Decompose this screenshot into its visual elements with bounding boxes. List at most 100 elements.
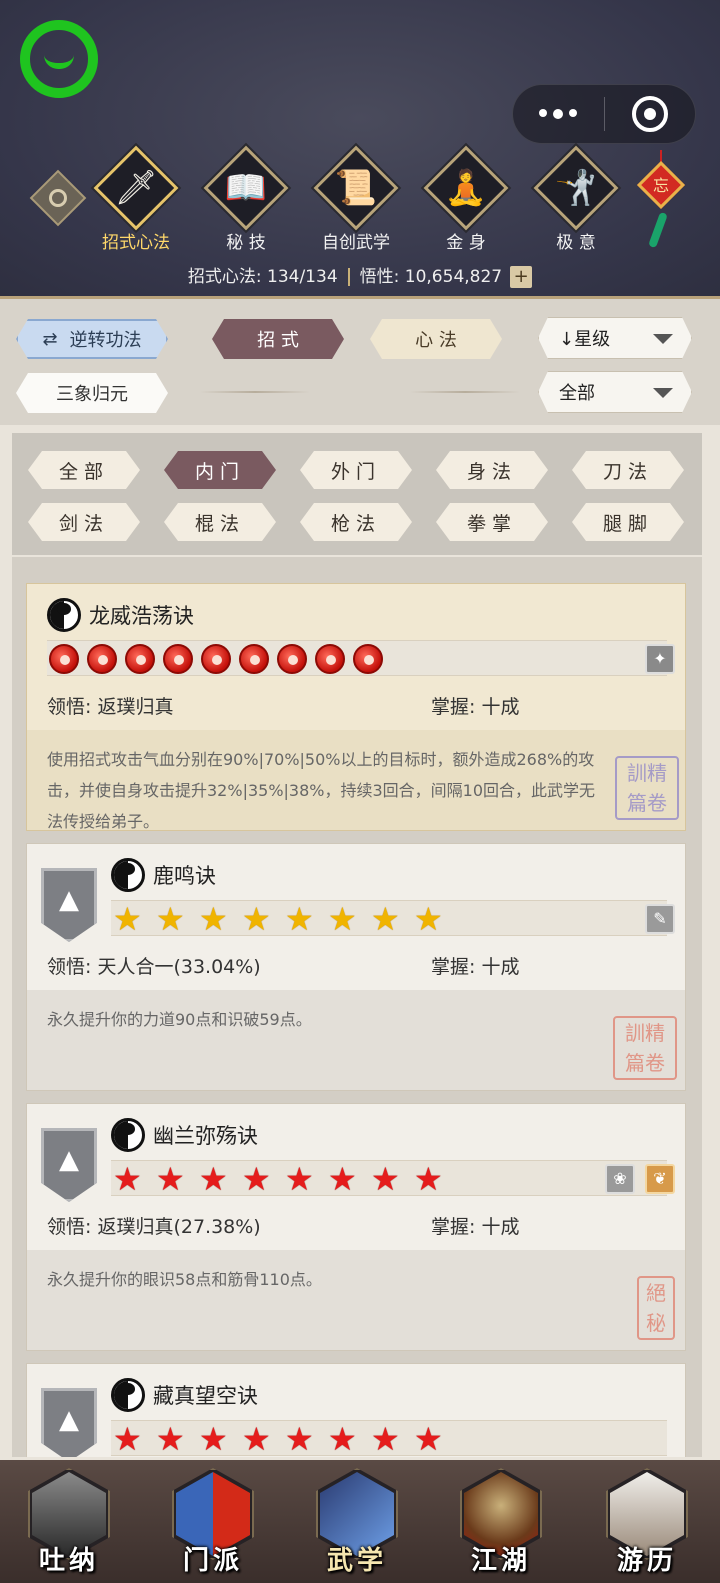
upgrade-icon[interactable] bbox=[41, 868, 97, 942]
nav-tuna[interactable]: 吐纳 bbox=[14, 1466, 124, 1581]
skill-name: 幽兰弥殇诀 bbox=[153, 1124, 258, 1148]
stats-row: 招式心法: 134/134 悟性: 10,654,827 + bbox=[0, 262, 720, 288]
divider bbox=[200, 391, 310, 393]
category-label: 金 身 bbox=[446, 233, 486, 253]
category-zhaoshi-xinfa[interactable]: 🗡 招式心法 bbox=[86, 145, 186, 253]
fire-orb-icon bbox=[201, 644, 231, 674]
martial-pose-icon: 🤺 bbox=[554, 168, 598, 208]
divider bbox=[410, 391, 520, 393]
skill-list[interactable]: 龙威浩荡诀 ✦ 领悟: 返璞归真 掌握: 十成 使用招式攻击气血分别在90%|7… bbox=[12, 557, 702, 1457]
tag-tuijiao[interactable]: 腿脚 bbox=[572, 503, 684, 541]
star-rating: ★ ★ ★ ★ ★ ★ ★ ★ bbox=[111, 1160, 667, 1196]
category-label: 极 意 bbox=[556, 233, 596, 253]
star-icon: ★ bbox=[156, 1160, 185, 1198]
tag-quanzhang[interactable]: 拳掌 bbox=[436, 503, 548, 541]
category-label: 秘 技 bbox=[226, 233, 266, 253]
chat-icon[interactable] bbox=[20, 20, 98, 98]
sort-dropdown[interactable]: ↓星级 bbox=[538, 317, 692, 359]
more-icon[interactable] bbox=[513, 109, 604, 119]
reverse-button[interactable]: ⇄ 逆转功法 bbox=[16, 319, 168, 359]
star-icon: ★ bbox=[242, 1160, 271, 1198]
star-icon: ★ bbox=[113, 900, 142, 938]
category-miji[interactable]: 📖 秘 技 bbox=[196, 145, 296, 253]
star-icon: ★ bbox=[328, 900, 357, 938]
star-icon: ★ bbox=[199, 900, 228, 938]
tab-zhaoshi[interactable]: 招 式 bbox=[212, 319, 344, 359]
chinese-knot-icon[interactable]: 忘 bbox=[636, 150, 686, 250]
book-icon: 📖 bbox=[224, 168, 268, 208]
skill-name: 龙威浩荡诀 bbox=[89, 604, 194, 628]
star-icon: ★ bbox=[242, 1420, 271, 1457]
skill-name: 鹿鸣诀 bbox=[153, 864, 216, 888]
zhangwo-text: 掌握: 十成 bbox=[431, 956, 520, 978]
eye-icon[interactable] bbox=[29, 169, 87, 227]
tag-neimen[interactable]: 内门 bbox=[164, 451, 276, 489]
taiji-icon bbox=[47, 598, 81, 632]
seal-stamp-icon: 訓精 篇卷 bbox=[613, 1016, 677, 1080]
skill-card[interactable]: 藏真望空诀 ★ ★ ★ ★ ★ ★ ★ ★ bbox=[26, 1363, 686, 1457]
zhangwo-text: 掌握: 十成 bbox=[431, 1216, 520, 1238]
leaf-icon[interactable]: ❦ bbox=[645, 1164, 675, 1194]
star-icon: ★ bbox=[328, 1420, 357, 1457]
plus-button[interactable]: + bbox=[510, 266, 533, 288]
skill-card[interactable]: 鹿鸣诀 ★ ★ ★ ★ ★ ★ ★ ★ ✎ 领悟: 天人合一(33.04%) 掌… bbox=[26, 843, 686, 1091]
tag-gunfa[interactable]: 棍法 bbox=[164, 503, 276, 541]
tag-all[interactable]: 全部 bbox=[28, 451, 140, 489]
star-icon: ★ bbox=[371, 1160, 400, 1198]
tag-qiangfa[interactable]: 枪法 bbox=[300, 503, 412, 541]
skills-panel: ⇄ 逆转功法 招 式 心 法 ↓星级 三象归元 全部 全部 内门 外门 身法 刀法… bbox=[0, 296, 720, 1460]
tag-daofa[interactable]: 刀法 bbox=[572, 451, 684, 489]
skill-card[interactable]: 龙威浩荡诀 ✦ 领悟: 返璞归真 掌握: 十成 使用招式攻击气血分别在90%|7… bbox=[26, 583, 686, 831]
star-rating: ★ ★ ★ ★ ★ ★ ★ ★ bbox=[111, 1420, 667, 1456]
star-rating: ★ ★ ★ ★ ★ ★ ★ ★ bbox=[111, 900, 667, 936]
close-mini-program-icon[interactable] bbox=[605, 96, 696, 132]
star-icon: ★ bbox=[285, 1420, 314, 1457]
mini-program-capsule bbox=[512, 84, 696, 144]
scope-dropdown[interactable]: 全部 bbox=[538, 371, 692, 413]
seal-stamp-icon: 絕秘 bbox=[637, 1276, 675, 1340]
swap-icon: ⇄ bbox=[42, 328, 58, 350]
fire-orb-icon bbox=[315, 644, 345, 674]
category-jinshen[interactable]: 🧘 金 身 bbox=[416, 145, 516, 253]
scroll-icon: 📜 bbox=[334, 168, 378, 208]
lingwu-text: 领悟: 返璞归真(27.38%) bbox=[47, 1216, 261, 1238]
star-icon: ★ bbox=[113, 1420, 142, 1457]
tag-shenfa[interactable]: 身法 bbox=[436, 451, 548, 489]
tab-xinfa[interactable]: 心 法 bbox=[370, 319, 502, 359]
progress-text: 招式心法: 134/134 bbox=[187, 267, 338, 287]
fire-orb-icon bbox=[277, 644, 307, 674]
tag-jianfa[interactable]: 剑法 bbox=[28, 503, 140, 541]
upgrade-icon[interactable] bbox=[41, 1388, 97, 1457]
star-icon: ★ bbox=[285, 900, 314, 938]
nav-wuxue[interactable]: 武学 bbox=[302, 1466, 412, 1581]
fire-orb-icon bbox=[163, 644, 193, 674]
skill-card[interactable]: 幽兰弥殇诀 ★ ★ ★ ★ ★ ★ ★ ★ ❀ ❦ 领悟: 返璞归真(27.38… bbox=[26, 1103, 686, 1351]
category-label: 自创武学 bbox=[322, 233, 390, 253]
fire-orb-icon bbox=[49, 644, 79, 674]
nav-youli[interactable]: 游历 bbox=[592, 1466, 702, 1581]
bottom-nav: 吐纳 门派 武学 江湖 游历 bbox=[0, 1460, 720, 1583]
star-icon: ★ bbox=[328, 1160, 357, 1198]
star-icon: ★ bbox=[414, 1420, 443, 1457]
taiji-icon bbox=[111, 858, 145, 892]
flower-icon[interactable]: ❀ bbox=[605, 1164, 635, 1194]
nav-menpai[interactable]: 门派 bbox=[158, 1466, 268, 1581]
category-zichuang[interactable]: 📜 自创武学 bbox=[306, 145, 406, 253]
star-icon: ★ bbox=[113, 1160, 142, 1198]
star-rating bbox=[47, 640, 667, 676]
star-icon: ★ bbox=[371, 900, 400, 938]
upgrade-icon[interactable] bbox=[41, 1128, 97, 1202]
edit-icon[interactable]: ✎ bbox=[645, 904, 675, 934]
category-jiyi[interactable]: 🤺 极 意 bbox=[526, 145, 626, 253]
sanxiang-button[interactable]: 三象归元 bbox=[16, 373, 168, 413]
chevron-down-icon bbox=[653, 334, 673, 344]
tag-waimen[interactable]: 外门 bbox=[300, 451, 412, 489]
nav-jianghu[interactable]: 江湖 bbox=[446, 1466, 556, 1581]
beast-icon[interactable]: ✦ bbox=[645, 644, 675, 674]
seal-stamp-icon: 訓精 篇卷 bbox=[615, 756, 679, 820]
fire-orb-icon bbox=[125, 644, 155, 674]
lingwu-text: 领悟: 天人合一(33.04%) bbox=[47, 956, 261, 978]
skill-description: 使用招式攻击气血分别在90%|70%|50%以上的目标时，额外造成268%的攻击… bbox=[27, 730, 685, 831]
taiji-icon bbox=[111, 1118, 145, 1152]
star-icon: ★ bbox=[414, 900, 443, 938]
